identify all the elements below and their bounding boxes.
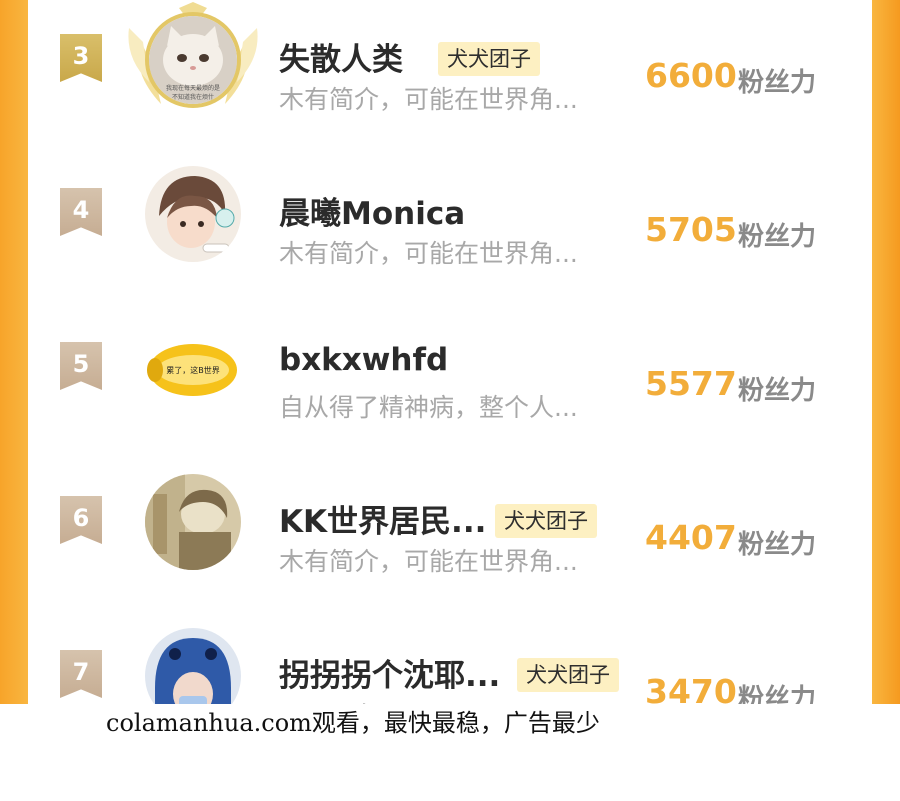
- group-tag: 犬犬团子: [438, 42, 540, 76]
- sketch-avatar: [145, 474, 241, 570]
- leaderboard-row[interactable]: 7 拐拐拐个沈耶... 犬犬团子 and一个? 3470 粉丝力: [28, 628, 872, 704]
- avatar-wrap: 我现在每天最烦的是 不知道我在烦什: [128, 2, 258, 112]
- group-tag: 犬犬团子: [495, 504, 597, 538]
- yellow-face-avatar: 累了，这B世界: [145, 320, 241, 416]
- avatar-wrap: [143, 166, 243, 266]
- anime-boy-avatar: [145, 166, 241, 262]
- leaderboard-row[interactable]: 5 累了，这B世界 bxkxwhfd 自从得了精神病，整个人... 5577 粉…: [28, 320, 872, 450]
- avatar-wrap: [143, 628, 243, 704]
- user-name[interactable]: 晨曦Monica: [279, 188, 465, 233]
- rank-badge: 6: [60, 496, 102, 544]
- user-name[interactable]: 失散人类: [279, 34, 403, 79]
- avatar-caption: 我现在每天最烦的是: [166, 84, 220, 92]
- avatar[interactable]: 我现在每天最烦的是 不知道我在烦什: [145, 12, 241, 108]
- avatar[interactable]: [145, 474, 241, 570]
- leaderboard-frame: 3 我现在每天最烦的是 不知道我在烦什 失散人类 犬犬团子 木有简介，可能在世界…: [0, 0, 900, 704]
- leaderboard-row[interactable]: 6 KK世界居民... 犬犬团子 木有简介，可能在世界角... 4407 粉丝力: [28, 474, 872, 604]
- user-bio: 自从得了精神病，整个人...: [279, 393, 578, 422]
- fan-score: 4407: [645, 518, 737, 557]
- group-tag: 犬犬团子: [517, 658, 619, 692]
- rank-badge: 4: [60, 188, 102, 236]
- fan-score-unit: 粉丝力: [738, 222, 817, 252]
- user-name[interactable]: KK世界居民...: [279, 496, 486, 541]
- avatar[interactable]: [145, 166, 241, 262]
- avatar-caption: 累了，这B世界: [166, 365, 220, 375]
- fan-score: 5577: [645, 364, 737, 403]
- rank-badge: 5: [60, 342, 102, 390]
- watermark-footer: colamanhua.com观看，最快最稳，广告最少: [106, 709, 600, 737]
- fan-score: 3470: [645, 672, 737, 704]
- leaderboard-row[interactable]: 4 晨曦Monica 木有简介，可能在世界角... 5705 粉丝力: [28, 166, 872, 296]
- fan-score-unit: 粉丝力: [738, 530, 817, 560]
- fan-score: 6600: [645, 56, 737, 95]
- user-bio: 木有简介，可能在世界角...: [279, 85, 578, 114]
- fan-score-unit: 粉丝力: [738, 68, 817, 98]
- avatar-wrap: 累了，这B世界: [143, 320, 243, 420]
- rank-badge: 7: [60, 650, 102, 698]
- fan-score-unit: 粉丝力: [738, 376, 817, 406]
- user-name[interactable]: 拐拐拐个沈耶...: [279, 650, 500, 695]
- user-bio: 木有简介，可能在世界角...: [279, 239, 578, 268]
- white-cat-avatar: 我现在每天最烦的是 不知道我在烦什: [149, 16, 237, 104]
- avatar[interactable]: [145, 628, 241, 704]
- avatar[interactable]: 累了，这B世界: [145, 320, 241, 416]
- rank-badge: 3: [60, 34, 102, 82]
- user-name[interactable]: bxkxwhfd: [279, 342, 448, 378]
- leaderboard-row[interactable]: 3 我现在每天最烦的是 不知道我在烦什 失散人类 犬犬团子 木有简介，可能在世界…: [28, 2, 872, 142]
- avatar-caption: 不知道我在烦什: [172, 93, 214, 101]
- fan-score-unit: 粉丝力: [738, 684, 817, 704]
- stitch-hood-avatar: [145, 628, 241, 704]
- avatar-wrap: [143, 474, 243, 574]
- leaderboard-panel: 3 我现在每天最烦的是 不知道我在烦什 失散人类 犬犬团子 木有简介，可能在世界…: [28, 0, 872, 704]
- user-bio: 木有简介，可能在世界角...: [279, 547, 578, 576]
- fan-score: 5705: [645, 210, 737, 249]
